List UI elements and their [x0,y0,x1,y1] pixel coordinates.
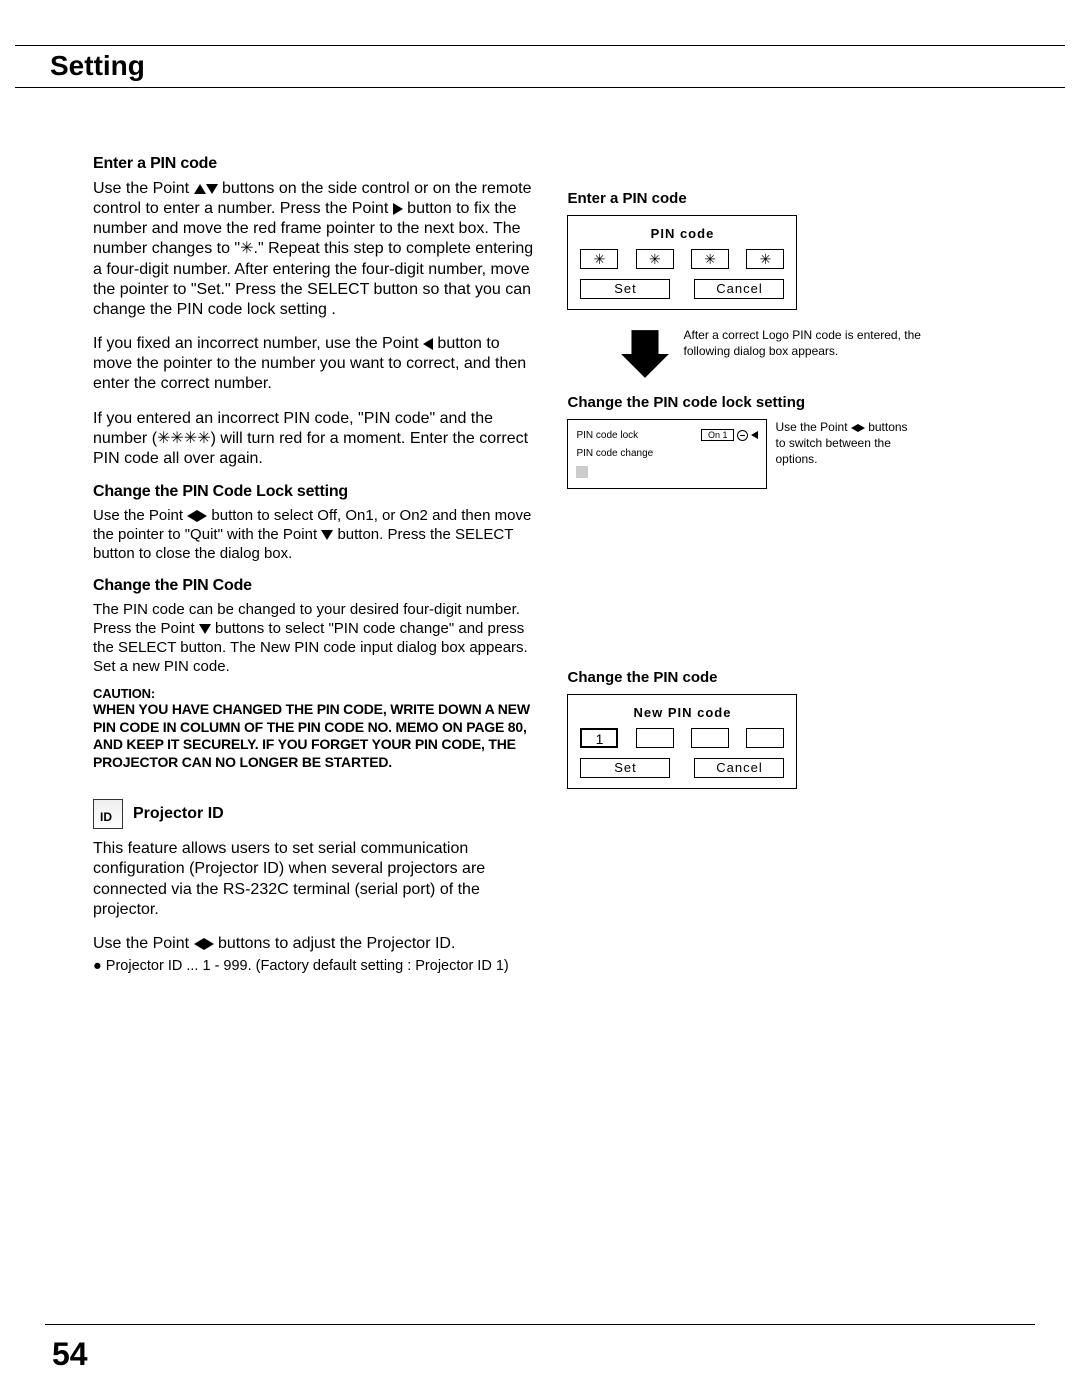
cancel-button[interactable]: Cancel [694,758,784,778]
lock-side-note: Use the Point buttons to switch between … [775,419,920,468]
triangle-right-icon [393,203,403,215]
triangle-right-icon [858,424,865,432]
selector-dial-icon [737,430,748,441]
triangle-left-icon [194,938,204,950]
triangle-down-icon [199,624,211,634]
pin-digit-3[interactable]: ✳ [691,249,729,269]
left-column: Enter a PIN code Use the Point buttons o… [93,155,542,974]
triangle-right-icon [204,938,214,950]
new-pin-title: New PIN code [580,705,784,720]
label-change-lock: Change the PIN code lock setting [567,394,987,411]
projector-id-range: ● Projector ID ... 1 - 999. (Factory def… [93,958,542,974]
projector-id-instruction: Use the Point buttons to adjust the Proj… [93,934,542,954]
para-enter-pin-3: If you entered an incorrect PIN code, "P… [93,409,542,469]
pin-lock-dialog: PIN code lock On 1 PIN code change [567,419,767,489]
arrow-note-text: After a correct Logo PIN code is entered… [683,328,933,359]
arrow-note: After a correct Logo PIN code is entered… [619,328,987,380]
triangle-left-icon [423,338,433,350]
pin-code-dialog: PIN code ✳ ✳ ✳ ✳ Set Cancel [567,215,797,310]
triangle-down-icon [206,184,218,194]
pin-dialog-title: PIN code [580,226,784,241]
new-pin-digit-2[interactable] [636,728,674,748]
para-enter-pin-1: Use the Point buttons on the side contro… [93,179,542,320]
heading-change-pin: Change the PIN Code [93,577,542,595]
triangle-left-icon [851,424,858,432]
caution-body: WHEN YOU HAVE CHANGED THE PIN CODE, WRIT… [93,701,542,771]
label-enter-pin: Enter a PIN code [567,190,987,207]
label-change-pin: Change the PIN code [567,669,987,686]
pin-digit-1[interactable]: ✳ [580,249,618,269]
triangle-left-icon [187,510,197,522]
footer-divider [45,1324,1035,1325]
set-button[interactable]: Set [580,279,670,299]
pin-digit-2[interactable]: ✳ [636,249,674,269]
para-enter-pin-2: If you fixed an incorrect number, use th… [93,334,542,394]
triangle-right-icon [197,510,207,522]
heading-change-lock: Change the PIN Code Lock setting [93,483,542,501]
set-button[interactable]: Set [580,758,670,778]
pin-digit-4[interactable]: ✳ [746,249,784,269]
left-arrow-small-icon [751,431,758,439]
section-title: Setting [15,46,1065,82]
caution-label: CAUTION: [93,686,542,701]
lock-row-change[interactable]: PIN code change [576,448,653,459]
para-change-lock: Use the Point button to select Off, On1,… [93,507,542,563]
projector-id-intro: This feature allows users to set serial … [93,839,542,920]
projector-id-icon: ID [93,799,123,829]
new-pin-dialog: New PIN code 1 Set Cancel [567,694,797,789]
lock-row-label: PIN code lock [576,430,638,441]
projector-id-heading: ID Projector ID [93,799,542,829]
lock-value[interactable]: On 1 [701,429,735,441]
section-header: Setting [15,45,1065,88]
quit-icon[interactable] [576,466,588,478]
cancel-button[interactable]: Cancel [694,279,784,299]
down-arrow-icon [619,328,671,380]
triangle-up-icon [194,184,206,194]
triangle-down-icon [321,530,333,540]
heading-enter-pin: Enter a PIN code [93,155,542,173]
new-pin-digit-1[interactable]: 1 [580,728,618,748]
para-change-pin: The PIN code can be changed to your desi… [93,601,542,676]
new-pin-digit-3[interactable] [691,728,729,748]
right-column: Enter a PIN code PIN code ✳ ✳ ✳ ✳ Set Ca… [567,155,987,974]
new-pin-digit-4[interactable] [746,728,784,748]
page-number: 54 [52,1336,88,1373]
